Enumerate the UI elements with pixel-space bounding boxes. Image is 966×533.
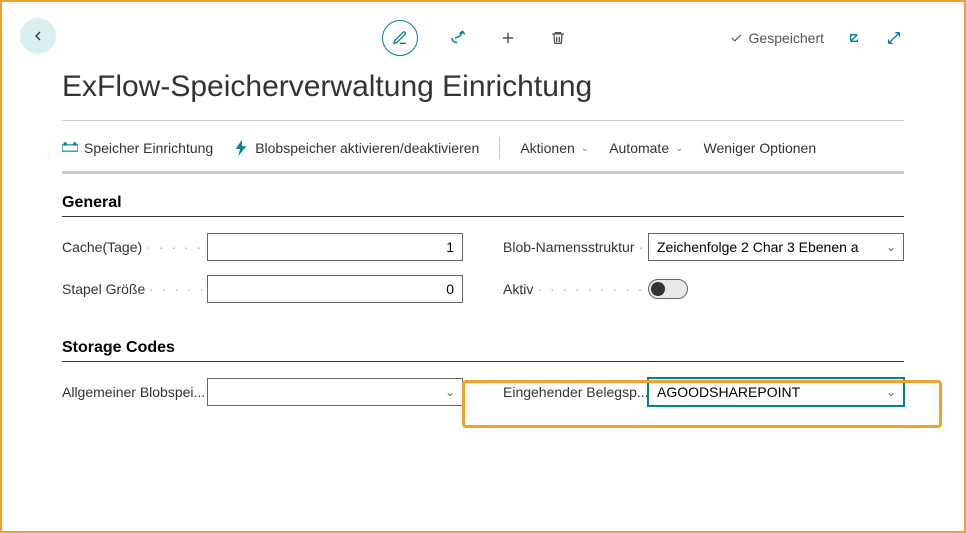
field-general-blob: Allgemeiner Blobspei... ⌄ — [62, 378, 463, 406]
incoming-doc-select[interactable] — [648, 378, 904, 406]
popout-icon[interactable] — [844, 28, 864, 48]
delete-icon[interactable] — [548, 28, 568, 48]
field-incoming-doc: Eingehender Belegsp... ⌄ — [503, 378, 904, 406]
batch-input[interactable] — [207, 275, 463, 303]
active-label: Aktiv — [503, 281, 648, 297]
action-aktionen[interactable]: Aktionen ⌄ — [520, 140, 589, 156]
new-icon[interactable] — [498, 28, 518, 48]
back-button[interactable] — [20, 18, 56, 54]
title-divider — [62, 120, 904, 121]
action-storage-setup[interactable]: Speicher Einrichtung — [62, 140, 213, 156]
action-blob-toggle[interactable]: Blobspeicher aktivieren/deaktivieren — [233, 140, 479, 156]
incoming-doc-label: Eingehender Belegsp... — [503, 384, 648, 400]
chevron-down-icon: ⌄ — [581, 143, 589, 154]
field-active: Aktiv — [503, 275, 904, 303]
cache-input[interactable] — [207, 233, 463, 261]
blob-name-select[interactable] — [648, 233, 904, 261]
batch-label: Stapel Größe — [62, 281, 207, 297]
action-automate[interactable]: Automate ⌄ — [609, 140, 683, 156]
action-blob-toggle-label: Blobspeicher aktivieren/deaktivieren — [255, 140, 479, 156]
cache-label: Cache(Tage) — [62, 239, 207, 255]
bolt-icon — [233, 141, 249, 155]
action-fewer-options-label: Weniger Optionen — [704, 140, 817, 156]
edit-button[interactable] — [382, 20, 418, 56]
section-general: General — [62, 194, 904, 217]
separator — [499, 137, 500, 159]
active-toggle[interactable] — [648, 279, 688, 299]
blob-name-label: Blob-Namensstruktur — [503, 239, 648, 255]
page-title: ExFlow-Speicherverwaltung Einrichtung — [62, 70, 904, 104]
action-automate-label: Automate — [609, 140, 669, 156]
action-fewer-options[interactable]: Weniger Optionen — [704, 140, 817, 156]
saved-status: Gespeichert — [729, 30, 824, 46]
action-aktionen-label: Aktionen — [520, 140, 574, 156]
chevron-down-icon: ⌄ — [675, 143, 683, 154]
expand-icon[interactable] — [884, 28, 904, 48]
section-storage-codes: Storage Codes — [62, 339, 904, 362]
general-blob-select[interactable] — [207, 378, 463, 406]
toolbar: Gespeichert — [62, 18, 904, 58]
saved-label: Gespeichert — [749, 30, 824, 46]
field-blob-name: Blob-Namensstruktur ⌄ — [503, 233, 904, 261]
field-cache: Cache(Tage) — [62, 233, 463, 261]
action-bar: Speicher Einrichtung Blobspeicher aktivi… — [62, 131, 904, 174]
field-batch: Stapel Größe — [62, 275, 463, 303]
action-storage-setup-label: Speicher Einrichtung — [84, 140, 213, 156]
storage-icon — [62, 141, 78, 155]
general-blob-label: Allgemeiner Blobspei... — [62, 384, 207, 400]
share-icon[interactable] — [448, 28, 468, 48]
